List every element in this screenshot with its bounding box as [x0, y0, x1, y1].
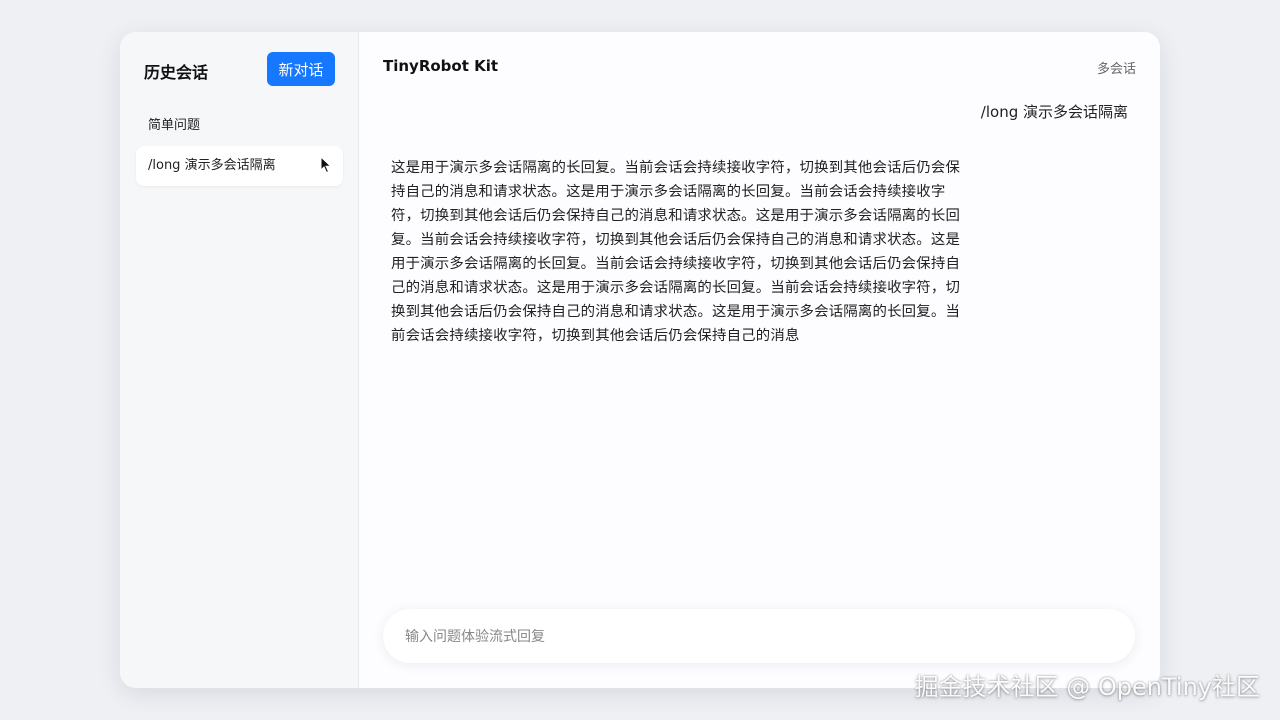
session-item-label: 简单问题 — [148, 118, 201, 133]
assistant-message: 这是用于演示多会话隔离的长回复。当前会话会持续接收字符，切换到其他会话后仍会保持… — [391, 160, 961, 344]
session-list: 简单问题 /long 演示多会话隔离 — [136, 106, 343, 186]
page-title: TinyRobot Kit — [383, 57, 499, 75]
sidebar: 历史会话 新对话 简单问题 /long 演示多会话隔离 — [120, 32, 359, 688]
new-chat-button[interactable]: 新对话 — [267, 52, 335, 86]
app-window: 历史会话 新对话 简单问题 /long 演示多会话隔离 TinyRobot Ki… — [120, 32, 1160, 688]
watermark: 掘金技术社区 @ OpenTiny社区 — [914, 673, 1260, 701]
mouse-pointer-icon — [320, 156, 332, 174]
chat-panel: TinyRobot Kit 多会话 /long 演示多会话隔离 这是用于演示多会… — [359, 32, 1160, 688]
chat-input[interactable] — [403, 609, 1119, 665]
session-item-long-demo[interactable]: /long 演示多会话隔离 — [136, 146, 343, 186]
user-message: /long 演示多会话隔离 — [980, 103, 1128, 121]
mode-tag: 多会话 — [1096, 62, 1136, 77]
sidebar-title: 历史会话 — [144, 63, 209, 82]
session-item-simple-question[interactable]: 简单问题 — [136, 106, 343, 146]
chat-input-box[interactable] — [383, 609, 1135, 665]
session-item-label: /long 演示多会话隔离 — [148, 158, 276, 173]
